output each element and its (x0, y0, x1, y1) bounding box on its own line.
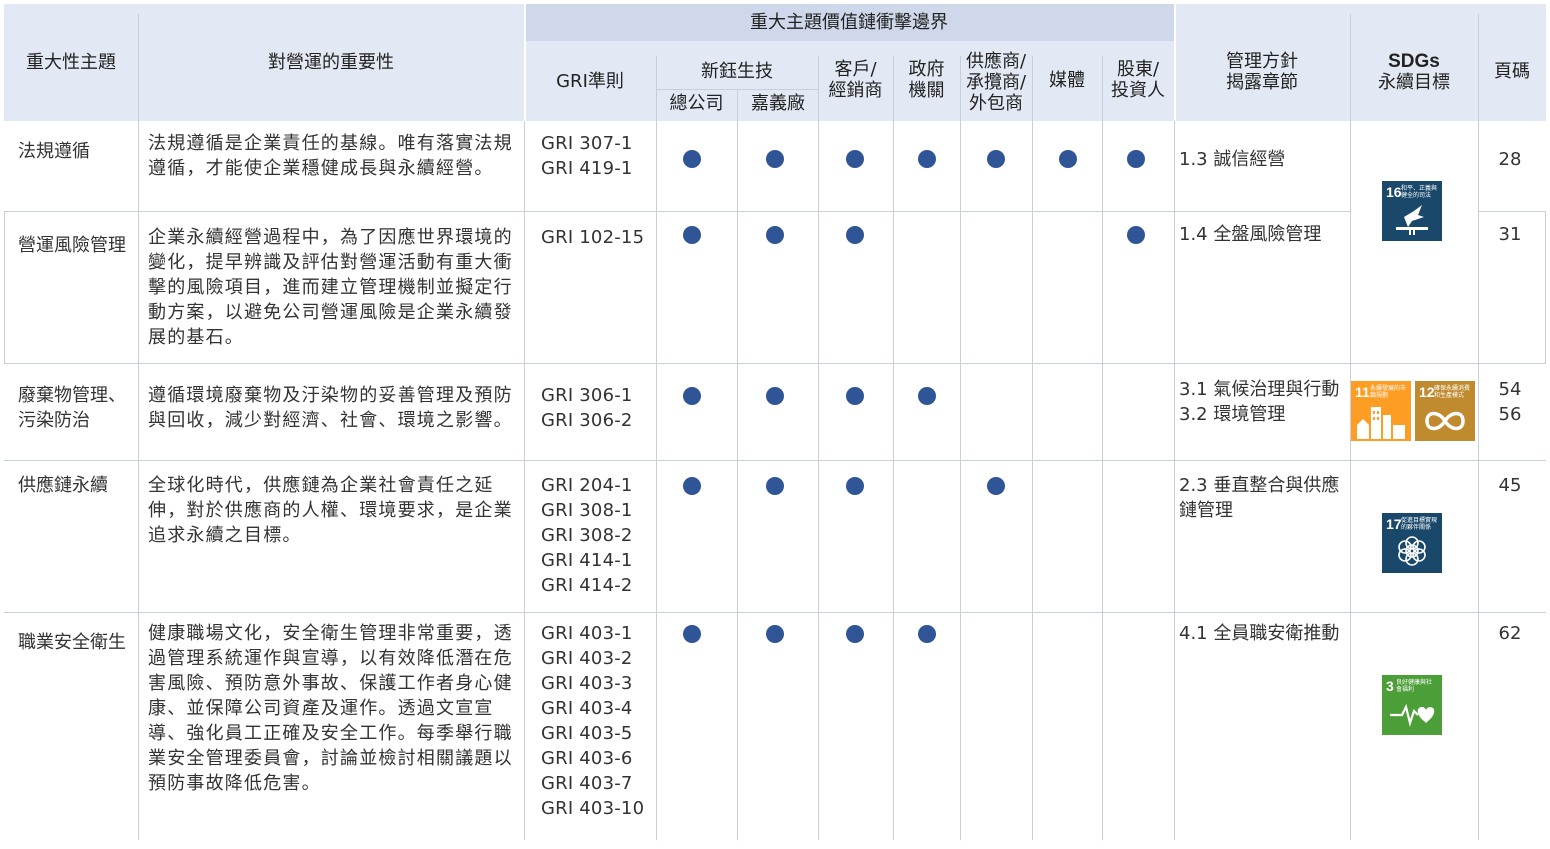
row1-page: 28 (1498, 149, 1522, 170)
sdg-11-icon: 11 永續發展的市鎮規劃 (1351, 381, 1411, 441)
heartbeat-icon (1390, 703, 1435, 727)
grid-line (893, 56, 894, 840)
row5-management: 4.1 全員職安衛推動 (1179, 623, 1340, 644)
row1-topic: 法規遵循 (18, 141, 90, 162)
row2-importance: 企業永續經營過程中，為了因應世界環境的變化，提早辨識及評估對營運活動有重大衝擊的… (148, 227, 513, 348)
row3-topic: 廢棄物管理、污染防治 (18, 385, 126, 431)
flower-icon (1398, 536, 1426, 566)
row2-gri: GRI 102-15 (541, 227, 645, 248)
grid-line (1478, 211, 1546, 212)
grid-line (4, 211, 5, 364)
header-supplier: 供應商/ 承攬商/ 外包商 (965, 50, 1027, 114)
row1-gri: GRI 307-1 GRI 419-1 (541, 133, 633, 179)
infinity-icon (1425, 411, 1465, 431)
header-gri: GRI準則 (556, 70, 624, 92)
row5-topic: 職業安全衛生 (18, 632, 126, 653)
sdg-3-icon: 3 良好健康與社會福利 (1382, 675, 1442, 735)
dove-icon (1396, 205, 1428, 235)
sdg-17-icon: 17 促進目標實現的夥伴關係 (1382, 513, 1442, 573)
header-chiayi: 嘉義廠 (751, 92, 805, 114)
impact-dot-customer (846, 150, 864, 168)
sdg-12-icon: 12 確保永續消費和生產模式 (1415, 381, 1475, 441)
impact-dot-hq (683, 477, 701, 495)
grid-line (4, 612, 1546, 613)
row4-gri: GRI 204-1 GRI 308-1 GRI 308-2 GRI 414-1 … (541, 475, 633, 596)
header-sdgs-sub: 永續目標 (1378, 71, 1450, 93)
grid-line (656, 89, 818, 90)
impact-dot-customer (846, 226, 864, 244)
impact-dot-customer (846, 625, 864, 643)
impact-dot-customer (846, 387, 864, 405)
grid-line (524, 121, 525, 840)
row4-management: 2.3 垂直整合與供應鏈管理 (1179, 475, 1340, 521)
row3-importance: 遵循環境廢棄物及汙染物的妥善管理及預防與回收，減少對經濟、社會、環境之影響。 (148, 385, 513, 431)
header-topic: 重大性主題 (26, 52, 116, 73)
row1-management: 1.3 誠信經營 (1179, 149, 1286, 170)
row2-management: 1.4 全盤風險管理 (1179, 224, 1322, 245)
impact-dot-chiayi (766, 387, 784, 405)
grid-line (4, 460, 1546, 461)
impact-dot-chiayi (766, 150, 784, 168)
grid-line (737, 90, 738, 840)
header-sdgs-title: SDGs (1388, 50, 1440, 72)
impact-dot-chiayi (766, 226, 784, 244)
header-hq: 總公司 (669, 92, 724, 114)
impact-dot-hq (683, 226, 701, 244)
header-company: 新鈺生技 (701, 60, 773, 82)
row1-importance: 法規遵循是企業責任的基線。唯有落實法規遵循，才能使企業穩健成長與永續經營。 (148, 133, 513, 179)
header-government: 政府 機關 (908, 59, 945, 101)
row4-importance: 全球化時代，供應鏈為企業社會責任之延伸，對於供應商的人權、環境要求，是企業追求永… (148, 475, 513, 546)
grid-line (960, 56, 961, 840)
city-icon (1357, 407, 1405, 439)
impact-dot-hq (683, 625, 701, 643)
grid-line (1478, 14, 1479, 840)
header-boundary: 重大主題價值鏈衝擊邊界 (750, 12, 948, 33)
impact-dot-customer (846, 477, 864, 495)
header-media: 媒體 (1049, 69, 1085, 91)
grid-line (138, 14, 139, 840)
header-customer: 客戶/ 經銷商 (828, 59, 883, 101)
impact-dot-shareholder (1127, 150, 1145, 168)
impact-dot-chiayi (766, 625, 784, 643)
impact-dot-government (918, 150, 936, 168)
impact-dot-government (918, 625, 936, 643)
impact-dot-supplier (987, 477, 1005, 495)
impact-dot-supplier (987, 150, 1005, 168)
header-page: 頁碼 (1494, 61, 1530, 82)
row4-page: 45 (1498, 475, 1522, 496)
grid-line (818, 56, 819, 840)
header-shareholder: 股東/ 投資人 (1111, 59, 1165, 101)
grid-line (4, 211, 1350, 212)
impact-dot-shareholder (1127, 226, 1145, 244)
header-sdgs: SDGs 永續目標 (1350, 4, 1478, 139)
row3-management: 3.1 氣候治理與行動 3.2 環境管理 (1179, 379, 1340, 425)
grid-line (1545, 211, 1546, 364)
row3-page: 54 56 (1498, 379, 1522, 425)
impact-dot-hq (683, 150, 701, 168)
header-importance: 對營運的重要性 (268, 52, 394, 73)
impact-dot-media (1059, 150, 1077, 168)
row5-page: 62 (1498, 623, 1522, 644)
grid-line (656, 56, 657, 840)
sdg-16-icon: 16 和平、正義與健全的司法 (1382, 181, 1442, 241)
row5-importance: 健康職場文化，安全衛生管理非常重要，透過管理系統運作與宣導，以有效降低潛在危害風… (148, 623, 513, 794)
impact-dot-chiayi (766, 477, 784, 495)
grid-line (1174, 121, 1175, 840)
impact-dot-hq (683, 387, 701, 405)
row3-gri: GRI 306-1 GRI 306-2 (541, 385, 633, 431)
impact-dot-government (918, 387, 936, 405)
grid-line (1102, 56, 1103, 840)
header-management: 管理方針 揭露章節 (1226, 50, 1298, 93)
row5-gri: GRI 403-1 GRI 403-2 GRI 403-3 GRI 403-4 … (541, 623, 645, 819)
grid-line (1032, 56, 1033, 840)
row4-topic: 供應鏈永續 (18, 475, 108, 496)
row2-page: 31 (1498, 224, 1522, 245)
grid-line (4, 363, 1546, 364)
row2-topic: 營運風險管理 (18, 235, 126, 256)
